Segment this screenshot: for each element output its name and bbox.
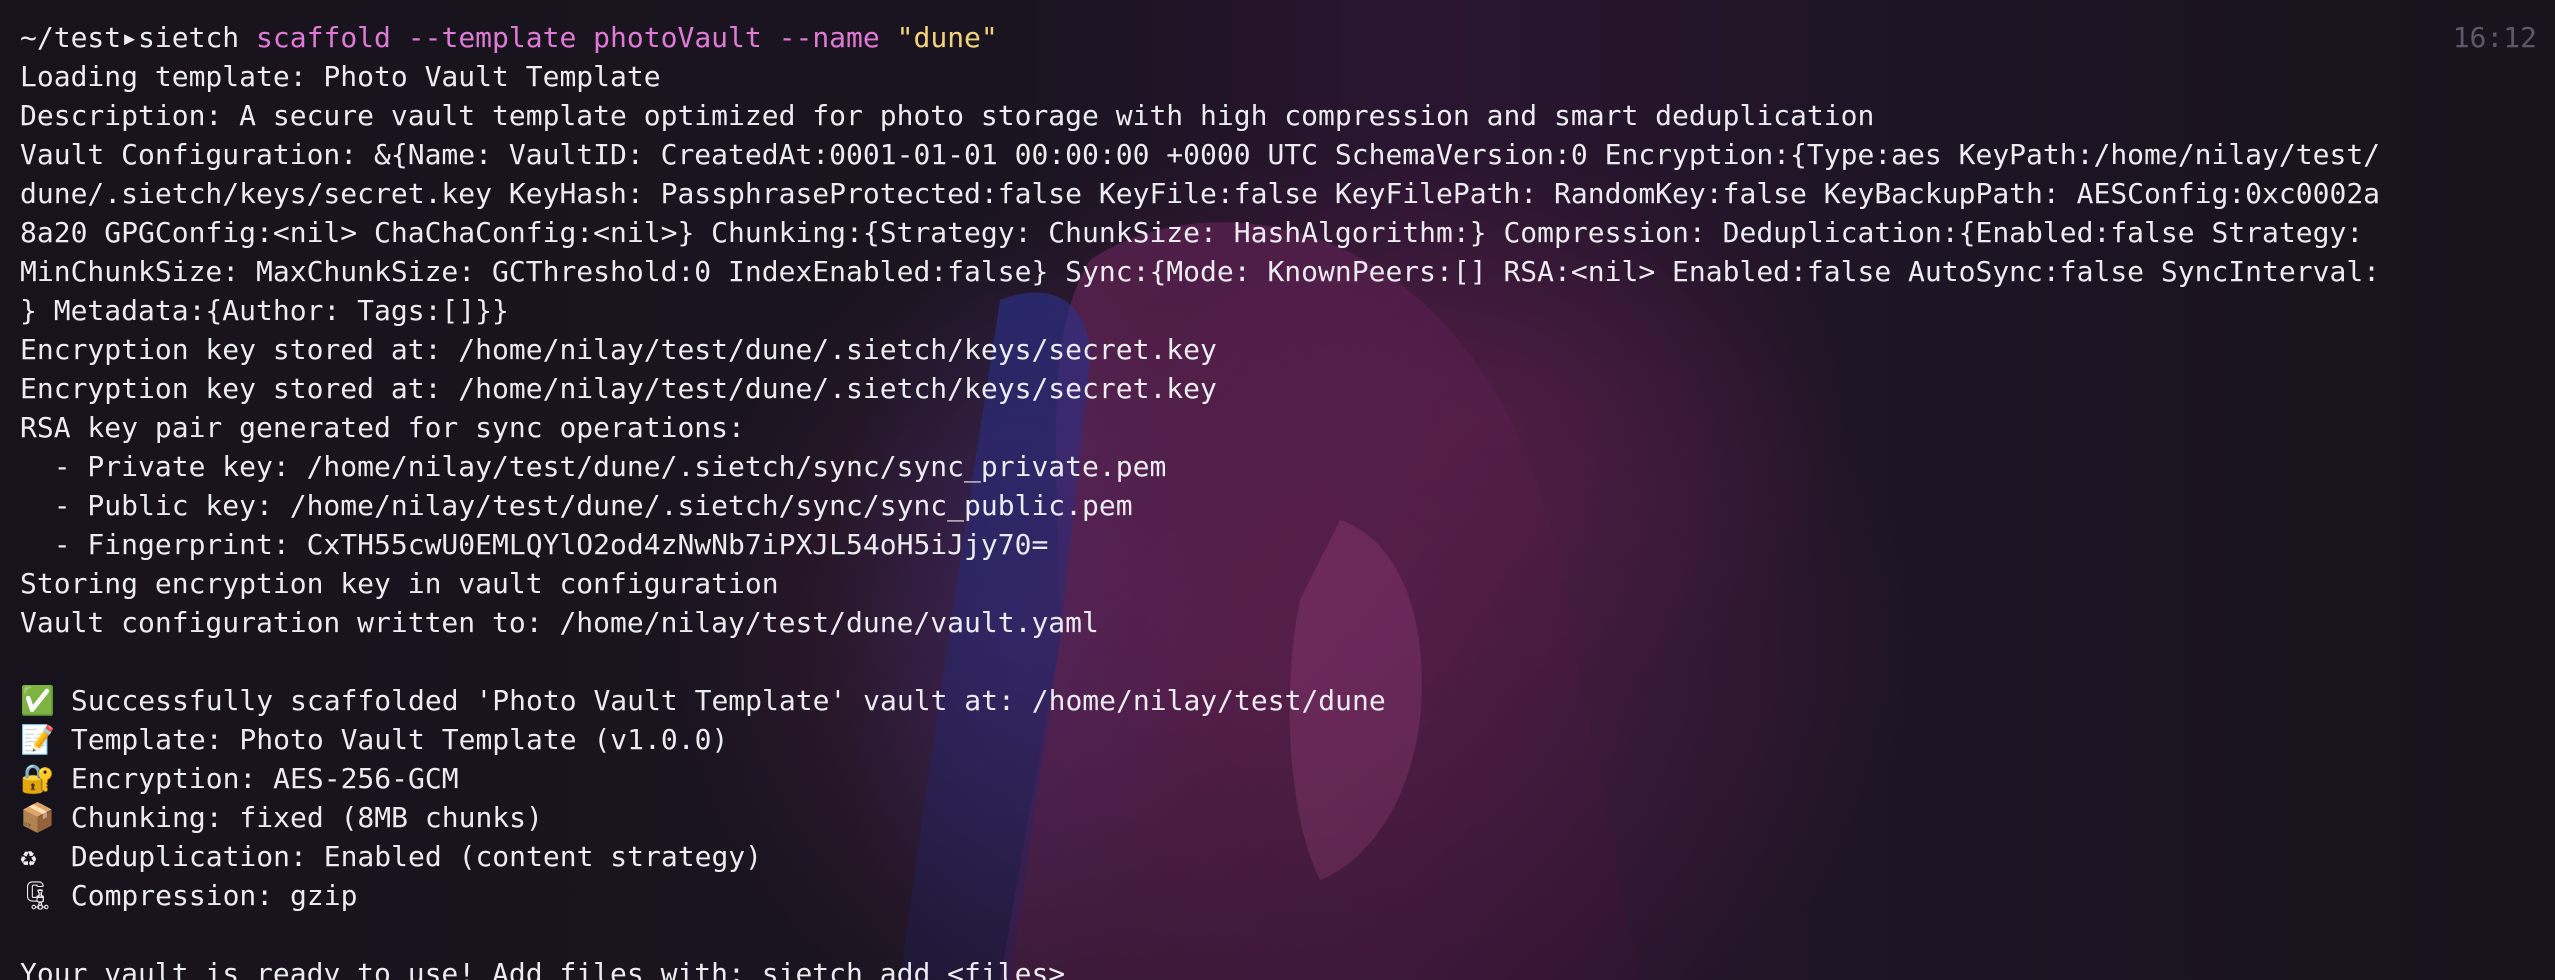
summary-text: Deduplication: Enabled (content strategy…: [70, 840, 763, 873]
output-line: Storing encryption key in vault configur…: [20, 567, 779, 600]
summary-text: Compression: gzip: [70, 879, 358, 912]
command-arguments: scaffold --template photoVault --name: [239, 21, 897, 54]
package-icon: 📦: [20, 801, 55, 834]
ready-message: Your vault is ready to use! Add files wi…: [20, 957, 1066, 980]
prompt-path: ~/test: [20, 21, 122, 54]
output-line: Loading template: Photo Vault Template: [20, 60, 661, 93]
output-line: - Fingerprint: CxTH55cwU0EMLQYlO2od4zNwN…: [20, 528, 1049, 561]
terminal-window[interactable]: 16:12 ~/test▸sietch scaffold --template …: [0, 0, 2555, 980]
output-line: 8a20 GPGConfig:<nil> ChaChaConfig:<nil>}…: [20, 216, 2364, 249]
memo-icon: 📝: [20, 723, 55, 756]
output-line: Encryption key stored at: /home/nilay/te…: [20, 372, 1217, 405]
summary-text: Successfully scaffolded 'Photo Vault Tem…: [70, 684, 1386, 717]
terminal-output: ~/test▸sietch scaffold --template photoV…: [20, 18, 2540, 980]
output-line: Encryption key stored at: /home/nilay/te…: [20, 333, 1217, 366]
output-line: Vault Configuration: &{Name: VaultID: Cr…: [20, 138, 2381, 171]
summary-line-deduplication: ♻ Deduplication: Enabled (content strate…: [20, 837, 2540, 876]
summary-line-success: ✅ Successfully scaffolded 'Photo Vault T…: [20, 681, 2540, 720]
output-line: RSA key pair generated for sync operatio…: [20, 411, 745, 444]
output-line: - Private key: /home/nilay/test/dune/.si…: [20, 450, 1167, 483]
recycle-icon: ♻: [20, 840, 37, 873]
output-line: } Metadata:{Author: Tags:[]}}: [20, 294, 509, 327]
output-line: - Public key: /home/nilay/test/dune/.sie…: [20, 489, 1133, 522]
summary-line-template: 📝 Template: Photo Vault Template (v1.0.0…: [20, 720, 2540, 759]
summary-text: Encryption: AES-256-GCM: [70, 762, 459, 795]
output-line: MinChunkSize: MaxChunkSize: GCThreshold:…: [20, 255, 2381, 288]
summary-line-encryption: 🔐 Encryption: AES-256-GCM: [20, 759, 2540, 798]
clamp-icon: 🗜: [20, 879, 56, 912]
prompt-arrow-icon: ▸: [121, 21, 139, 54]
summary-line-chunking: 📦 Chunking: fixed (8MB chunks): [20, 798, 2540, 837]
command-prompt-line[interactable]: ~/test▸sietch scaffold --template photoV…: [20, 18, 2540, 57]
output-line: Vault configuration written to: /home/ni…: [20, 606, 1099, 639]
checkmark-icon: ✅: [20, 684, 55, 717]
summary-text: Template: Photo Vault Template (v1.0.0): [70, 723, 729, 756]
output-line: Description: A secure vault template opt…: [20, 99, 1875, 132]
summary-text: Chunking: fixed (8MB chunks): [70, 801, 543, 834]
command-name: sietch: [138, 21, 240, 54]
summary-line-compression: 🗜 Compression: gzip: [20, 876, 2540, 915]
lock-key-icon: 🔐: [20, 762, 55, 795]
output-line: dune/.sietch/keys/secret.key KeyHash: Pa…: [20, 177, 2381, 210]
command-name-argument: "dune": [896, 21, 998, 54]
